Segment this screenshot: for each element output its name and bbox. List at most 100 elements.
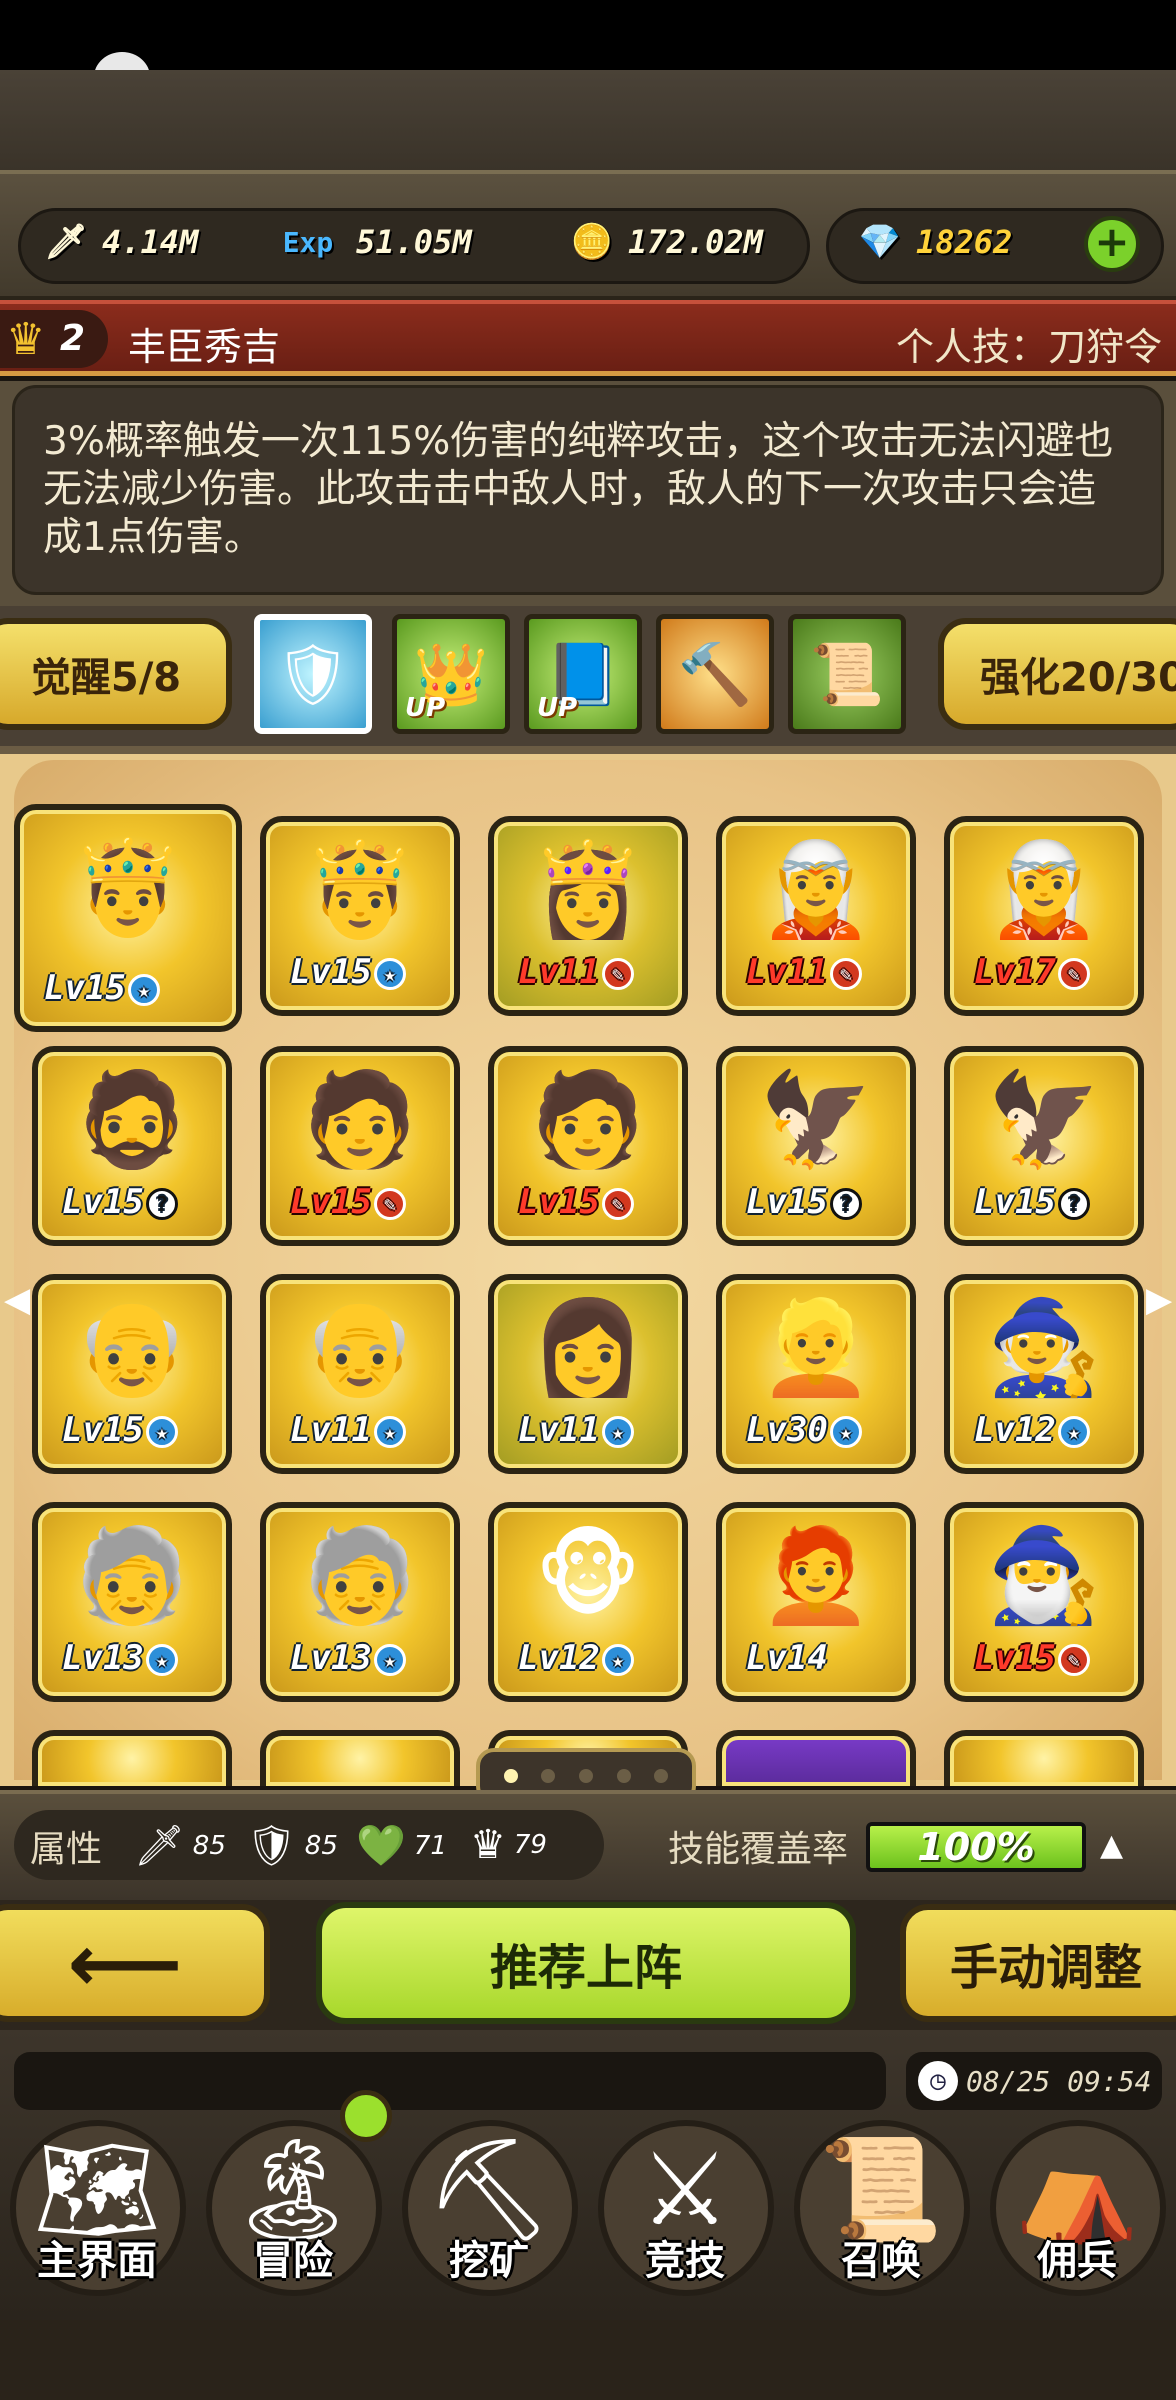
hero-card[interactable]: 🧝 Lv11 ✎ bbox=[716, 816, 916, 1016]
sword-icon: 🗡 bbox=[44, 222, 88, 262]
hero-card[interactable]: 🐵 Lv12 ★ bbox=[488, 1502, 688, 1702]
attr-shield: 🛡 85 bbox=[246, 1823, 338, 1869]
hero-card[interactable]: 🧑 Lv15 ✎ bbox=[260, 1046, 460, 1246]
hero-card[interactable]: 🦅 Lv15? bbox=[944, 1046, 1144, 1246]
hero-card[interactable]: 🦅 Lv15? bbox=[716, 1046, 916, 1246]
class-badge-icon: ✎ bbox=[601, 957, 634, 990]
nav-mining[interactable]: ⛏ 挖矿 bbox=[394, 2110, 584, 2310]
hero-card-partial[interactable] bbox=[32, 1730, 232, 1786]
enhance-button[interactable]: 强化20/30 bbox=[938, 618, 1176, 730]
hero-card[interactable]: 🧑‍🦰 Lv14 bbox=[716, 1502, 916, 1702]
personal-skill: 个人技：刀狩令 bbox=[895, 325, 1162, 369]
scroll-right-arrow[interactable]: ▶ bbox=[1146, 1280, 1172, 1320]
page-dot-4[interactable] bbox=[616, 1769, 631, 1783]
back-button[interactable]: ⟵ bbox=[0, 1904, 270, 2022]
awaken-button[interactable]: 觉醒5/8 bbox=[0, 618, 232, 730]
clock-display: ◷ 08/25 09:54 bbox=[906, 2052, 1162, 2110]
hero-level-text: Lv14 bbox=[746, 1638, 828, 1678]
hero-level: Lv13 ★ bbox=[290, 1638, 406, 1678]
scroll-left-arrow[interactable]: ◀ bbox=[4, 1280, 30, 1320]
attack-power: 🗡 4.14M bbox=[42, 214, 198, 270]
hero-portrait: 🤴 bbox=[302, 835, 418, 943]
hero-level: Lv30 ★ bbox=[746, 1410, 862, 1450]
skill-coverage-bar: 100% bbox=[866, 1822, 1086, 1872]
expand-caret-icon[interactable]: ▲ bbox=[1100, 1828, 1123, 1863]
hero-level: Lv15 ✎ bbox=[518, 1182, 634, 1222]
hero-level-text: Lv30 bbox=[746, 1410, 828, 1450]
exp-amount: Exp 51.05M bbox=[272, 214, 472, 270]
gem-amount: 💎 18262 bbox=[856, 214, 1013, 270]
skill-slot-weapon[interactable]: 🔨 bbox=[656, 614, 774, 734]
hero-portrait: 👴 bbox=[302, 1293, 418, 1401]
class-badge-icon: ★ bbox=[145, 1415, 178, 1448]
hero-portrait: 🧑 bbox=[530, 1065, 646, 1173]
attr-crown: ♛ 79 bbox=[470, 1822, 547, 1868]
hero-portrait: 🧝 bbox=[986, 835, 1102, 943]
hero-level-text: Lv11 bbox=[290, 1410, 372, 1450]
hero-card[interactable]: 👸 Lv11 ✎ bbox=[488, 816, 688, 1016]
attr-sword: 🗡 85 bbox=[134, 1823, 226, 1869]
skill-slot-crown-up[interactable]: 👑 UP bbox=[392, 614, 510, 734]
class-badge-icon: ★ bbox=[373, 1415, 406, 1448]
recommend-lineup-button[interactable]: 推荐上阵 bbox=[316, 1902, 856, 2024]
status-bar bbox=[0, 0, 1176, 70]
hero-card-partial[interactable] bbox=[716, 1730, 916, 1786]
manual-adjust-button[interactable]: 手动调整 bbox=[900, 1904, 1176, 2022]
hero-portrait: 🧓 bbox=[302, 1521, 418, 1629]
hero-level-text: Lv13 bbox=[62, 1638, 144, 1678]
hero-card-partial[interactable] bbox=[944, 1730, 1144, 1786]
hero-card[interactable]: 🤴 Lv15 ★ bbox=[260, 816, 460, 1016]
hero-level-text: Lv11 bbox=[518, 952, 600, 992]
hero-card-partial[interactable] bbox=[260, 1730, 460, 1786]
hammer-icon: 🔨 bbox=[677, 639, 753, 710]
skill-slot-scroll[interactable]: 📜 bbox=[788, 614, 906, 734]
hero-portrait: 👸 bbox=[530, 835, 646, 943]
nav-summon[interactable]: 📜 召唤 bbox=[786, 2110, 976, 2310]
page-dot-3[interactable] bbox=[578, 1769, 593, 1783]
class-badge-icon: ✎ bbox=[829, 957, 862, 990]
hero-card[interactable]: 👱 Lv30 ★ bbox=[716, 1274, 916, 1474]
hero-portrait: 🧙 bbox=[986, 1293, 1102, 1401]
hero-card[interactable]: 🧑 Lv15 ✎ bbox=[488, 1046, 688, 1246]
class-badge-icon: ★ bbox=[601, 1415, 634, 1448]
hero-portrait: 👴 bbox=[74, 1293, 190, 1401]
scroll-icon: 📜 bbox=[809, 639, 885, 710]
hero-card[interactable]: 🧓 Lv13 ★ bbox=[260, 1502, 460, 1702]
hero-card[interactable]: 🧝 Lv17 ✎ bbox=[944, 816, 1144, 1016]
hero-card[interactable]: 🧔 Lv15? bbox=[32, 1046, 232, 1246]
hero-level-text: Lv12 bbox=[974, 1410, 1056, 1450]
nav-mercenary-label: 佣兵 bbox=[1037, 2238, 1117, 2284]
hero-card[interactable]: 👴 Lv15 ★ bbox=[32, 1274, 232, 1474]
class-badge-icon: ✎ bbox=[373, 1187, 406, 1220]
hero-portrait: 👩 bbox=[530, 1293, 646, 1401]
class-badge-icon: ? bbox=[829, 1187, 862, 1220]
nav-arena[interactable]: ⚔ 竞技 bbox=[590, 2110, 780, 2310]
add-gems-button[interactable]: + bbox=[1084, 216, 1140, 272]
hero-card[interactable]: 👴 Lv11 ★ bbox=[260, 1274, 460, 1474]
hero-card[interactable]: 👩 Lv11 ★ bbox=[488, 1274, 688, 1474]
hero-card[interactable]: 🧙 Lv12 ★ bbox=[944, 1274, 1144, 1474]
nav-adventure-label: 冒险 bbox=[253, 2238, 333, 2284]
class-badge-icon: ★ bbox=[373, 1643, 406, 1676]
nav-home[interactable]: 🗺 主界面 bbox=[2, 2110, 192, 2310]
nav-mercenary[interactable]: ⛺ 佣兵 bbox=[982, 2110, 1172, 2310]
skill-slot-book-up[interactable]: 📘 UP bbox=[524, 614, 642, 734]
hero-card[interactable]: 🧙‍♂️ Lv15 ✎ bbox=[944, 1502, 1144, 1702]
rank-box: ♛ 2 bbox=[0, 310, 108, 368]
hero-level: Lv11 ✎ bbox=[746, 952, 862, 992]
hero-level: Lv12 ★ bbox=[518, 1638, 634, 1678]
class-badge-icon: ★ bbox=[127, 973, 160, 1006]
class-badge-icon: ? bbox=[1057, 1187, 1090, 1220]
hero-card[interactable]: 🧓 Lv13 ★ bbox=[32, 1502, 232, 1702]
page-dot-5[interactable] bbox=[654, 1769, 669, 1783]
page-dot-1[interactable] bbox=[503, 1769, 518, 1783]
hero-portrait: 🐵 bbox=[534, 1521, 642, 1629]
hero-card[interactable]: 🤴 Lv15 ★ bbox=[14, 804, 242, 1032]
skill-slot-shield[interactable]: 🛡 bbox=[254, 614, 372, 734]
hero-level: Lv15 ★ bbox=[62, 1410, 178, 1450]
hero-level-text: Lv15 bbox=[44, 968, 126, 1008]
bottom-strip bbox=[0, 2320, 1176, 2400]
shield-skill-icon: 🛡 bbox=[274, 639, 352, 710]
hero-header: ♛ 2 丰臣秀吉 个人技：刀狩令 bbox=[0, 300, 1176, 376]
page-dot-2[interactable] bbox=[541, 1769, 556, 1783]
